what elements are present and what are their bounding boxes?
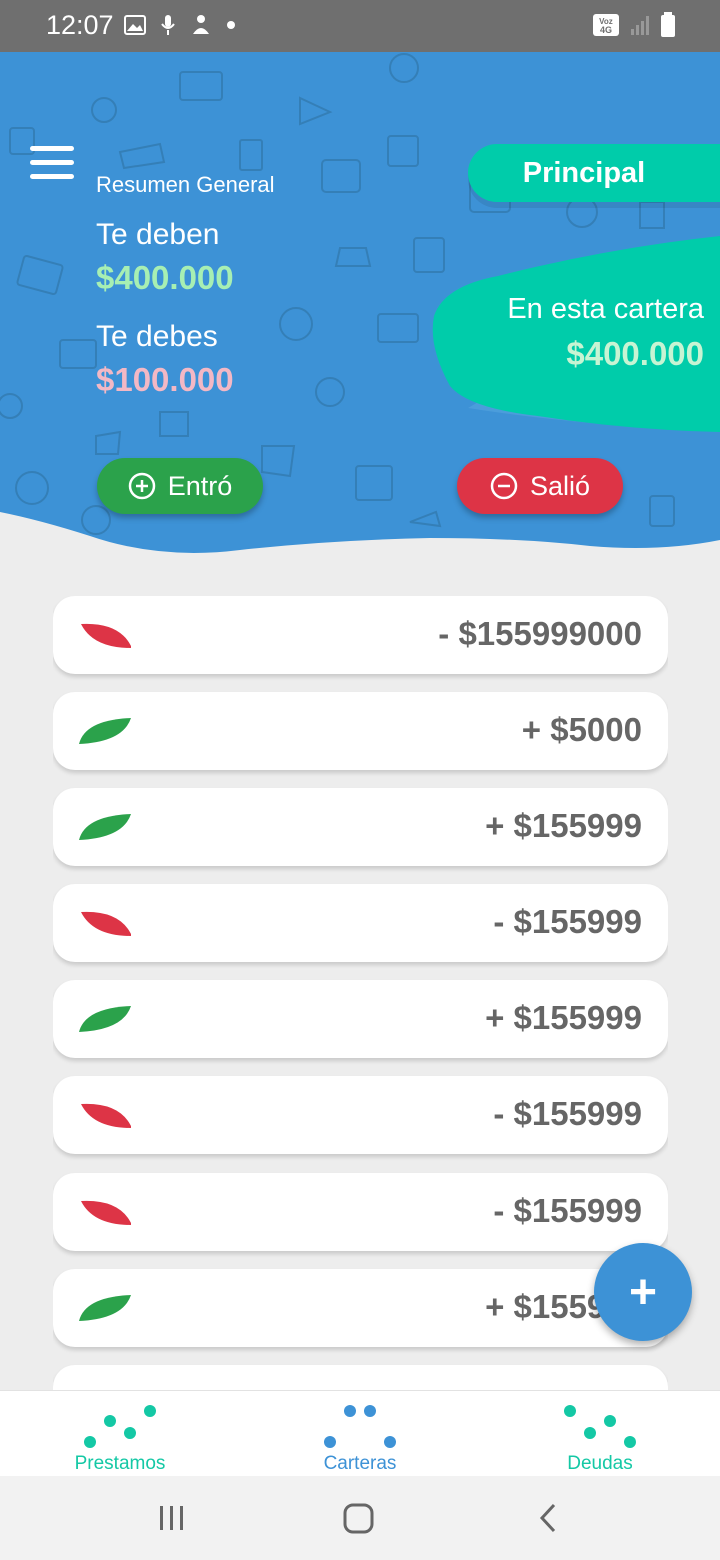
prestamos-dots-icon [84,1405,156,1448]
transaction-amount: - $155999 [493,903,642,940]
nav-carteras[interactable]: Carteras [240,1391,480,1477]
income-leaf-icon [79,1295,131,1321]
network-badge: Voz 4G [593,14,619,36]
transaction-row[interactable]: - $155999000 [53,596,668,674]
expense-leaf-icon [81,623,131,648]
nav-label: Prestamos [74,1453,166,1474]
home-icon[interactable] [342,1502,376,1536]
expense-button[interactable]: Salió [457,458,623,514]
signal-icon [631,16,649,35]
menu-bar [30,160,74,165]
you-owe-label: Te debes [96,320,218,353]
system-navigation-bar [0,1476,720,1560]
status-bar: 12:07 Voz 4G [0,0,720,52]
menu-bar [30,146,74,151]
wallet-amount: $400.000 [566,335,704,372]
gallery-icon [124,15,146,35]
nav-deudas[interactable]: Deudas [480,1391,720,1477]
principal-wallet-button[interactable]: Principal [468,144,720,202]
expense-leaf-icon [81,1103,131,1128]
transaction-row[interactable]: + $155999 [53,980,668,1058]
transaction-amount: - $155999000 [438,615,642,652]
plus-icon: + [628,1265,658,1319]
mic-icon [161,15,175,35]
wallet-balance-card [428,236,720,432]
transaction-row[interactable]: - $155999 [53,1076,668,1154]
dot-icon [227,21,235,29]
status-time: 12:07 [46,10,114,40]
transaction-row[interactable]: + $5000 [53,692,668,770]
summary-title: Resumen General [96,172,275,197]
transaction-amount: + $5000 [521,711,642,748]
svg-text:4G: 4G [600,25,612,35]
assistant-icon [193,15,209,34]
battery-icon [661,12,675,37]
expense-button-label: Salió [529,470,591,501]
transaction-row[interactable]: - $155999 [53,884,668,962]
summary-header: Principal Resumen General Te deben $400.… [0,52,720,562]
plus-circle-icon [128,472,155,500]
income-button-label: Entró [167,470,233,501]
transaction-amount: - $155999 [493,1095,642,1132]
owed-to-you-amount: $400.000 [96,259,234,296]
transaction-amount: - $155999 [493,1192,642,1229]
wallet-label: En esta cartera [507,293,704,325]
menu-bar [30,174,74,179]
income-button[interactable]: Entró [97,458,263,514]
expense-leaf-icon [81,911,131,936]
back-icon[interactable] [534,1502,562,1534]
recents-icon[interactable] [156,1502,188,1534]
status-right-icons: Voz 4G [592,12,676,38]
bottom-navigation: Prestamos Carteras Deudas [0,1390,720,1476]
income-leaf-icon [79,814,131,840]
carteras-dots-icon [324,1405,396,1448]
nav-prestamos[interactable]: Prestamos [0,1391,240,1477]
add-transaction-fab[interactable]: + [594,1243,692,1341]
expense-leaf-icon [81,1200,131,1225]
transaction-list[interactable]: - $155999000 + $5000 + $155999 - $155999… [53,596,668,1390]
transaction-row[interactable]: + $155999 [53,1269,668,1347]
minus-circle-icon [490,472,518,500]
wallet-card-shape [432,236,720,432]
you-owe-amount: $100.000 [96,361,234,398]
nav-label: Carteras [323,1453,397,1474]
transaction-row[interactable]: + $155999 [53,788,668,866]
income-leaf-icon [79,718,131,744]
transaction-amount: + $155999 [485,807,642,844]
transaction-row[interactable] [53,1365,668,1390]
deudas-dots-icon [564,1405,636,1448]
transaction-row[interactable]: - $155999 [53,1173,668,1251]
owed-to-you-label: Te deben [96,218,220,251]
transaction-amount: + $155999 [485,999,642,1036]
menu-button[interactable] [30,146,76,182]
nav-label: Deudas [567,1453,633,1474]
income-leaf-icon [79,1006,131,1032]
status-left-icons [124,14,236,36]
